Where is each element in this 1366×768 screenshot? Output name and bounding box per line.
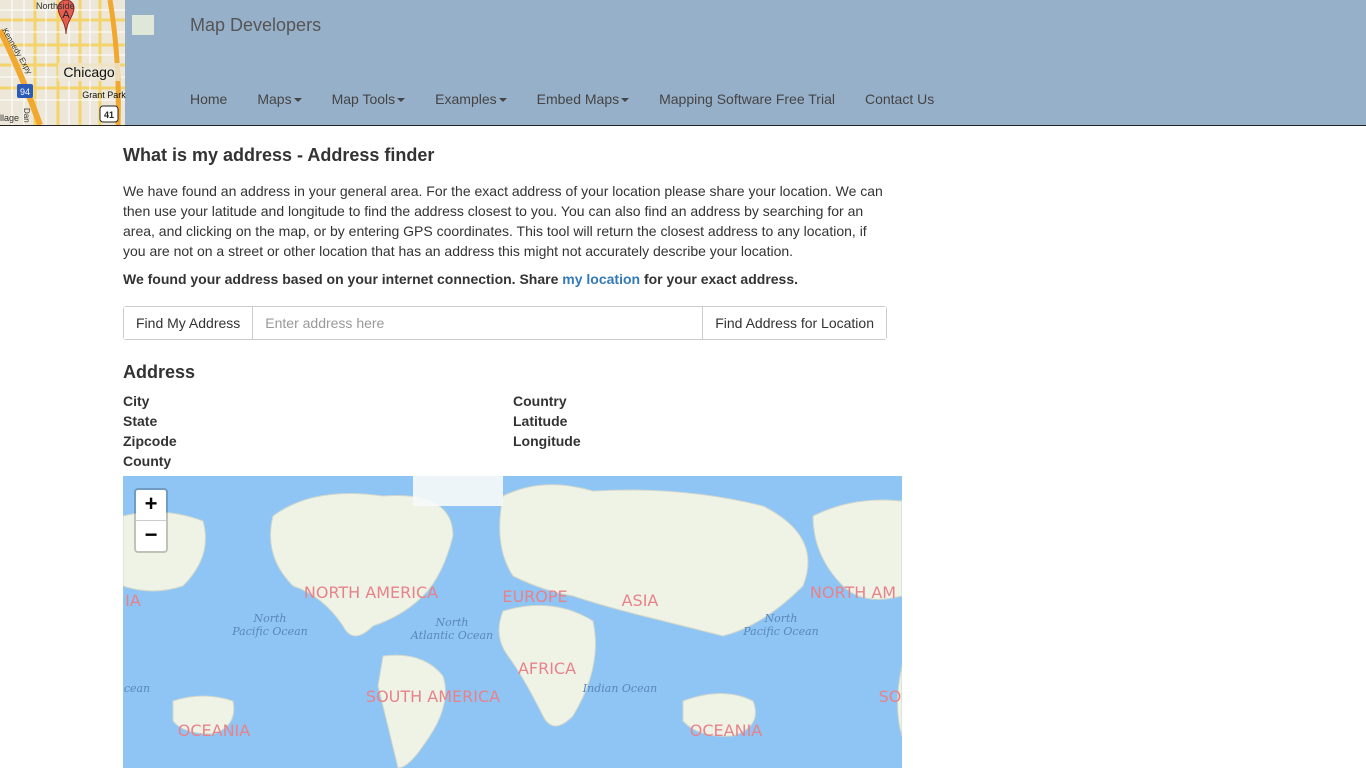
caret-down-icon — [293, 98, 302, 103]
logo-village-label: llage — [0, 113, 19, 123]
logo-place-label: Chicago — [63, 64, 115, 80]
logo-dan-label: Dan R — [22, 108, 31, 125]
label-north-america-right: NORTH AM — [810, 583, 896, 602]
nav-item-contact-us[interactable]: Contact Us — [865, 91, 934, 107]
address-fields-right: Country Latitude Longitude — [513, 392, 581, 452]
field-longitude: Longitude — [513, 433, 581, 449]
address-heading: Address — [123, 362, 196, 382]
nav-item-label: Mapping Software Free Trial — [659, 91, 835, 107]
world-map-canvas[interactable]: IA NORTH AMERICA EUROPE ASIA NORTH AM AF… — [123, 476, 902, 768]
label-oceania-left: OCEANIA — [178, 721, 251, 740]
nav-item-maps[interactable]: Maps — [257, 91, 302, 107]
address-search-bar: Find My Address Find Address for Locatio… — [123, 306, 887, 340]
nav-item-map-tools[interactable]: Map Tools — [332, 91, 406, 107]
label-north-pacific-right-2: Pacific Ocean — [742, 625, 818, 638]
nav-item-label: Maps — [257, 91, 292, 107]
logo-north-label: Northside — [36, 1, 75, 11]
address-fields-left: City State Zipcode County — [123, 392, 177, 472]
location-notice: We found your address based on your inte… — [123, 271, 798, 287]
label-north-pacific-2: Pacific Ocean — [231, 625, 307, 638]
label-ocean-left: cean — [124, 682, 150, 695]
caret-down-icon — [621, 98, 630, 103]
intro-paragraph: We have found an address in your general… — [123, 183, 883, 259]
main-nav: Home Maps Map Tools Examples Embed Maps Mappi… — [190, 91, 964, 107]
nav-item-examples[interactable]: Examples — [435, 91, 507, 107]
notice-text-before: We found your address based on your inte… — [123, 271, 563, 287]
my-location-link[interactable]: my location — [562, 271, 640, 287]
site-logo[interactable]: A Chicago Grant Park Northside Kennedy E… — [0, 0, 165, 125]
field-city: City — [123, 393, 150, 409]
find-address-for-location-button[interactable]: Find Address for Location — [702, 307, 886, 339]
chicago-map-thumbnail: A Chicago Grant Park Northside Kennedy E… — [0, 0, 165, 125]
label-north-america: NORTH AMERICA — [304, 583, 438, 602]
zoom-out-button[interactable]: − — [136, 521, 166, 551]
address-input[interactable] — [253, 307, 703, 339]
find-my-address-button[interactable]: Find My Address — [124, 307, 254, 339]
nav-item-embed-maps[interactable]: Embed Maps — [536, 91, 630, 107]
world-map[interactable]: IA NORTH AMERICA EUROPE ASIA NORTH AM AF… — [123, 476, 902, 768]
label-north-pacific-1: North — [252, 612, 286, 625]
caret-down-icon — [498, 98, 507, 103]
label-asia: ASIA — [622, 591, 659, 610]
label-europe: EUROPE — [502, 587, 567, 606]
label-north-pacific-right-1: North — [763, 612, 797, 625]
label-north-atlantic-1: North — [434, 616, 468, 629]
page-title: What is my address - Address finder — [123, 145, 435, 165]
nav-item-mapping-software-free-trial[interactable]: Mapping Software Free Trial — [659, 91, 835, 107]
notice-text-after: for your exact address. — [640, 271, 799, 287]
interstate-shield-label: 94 — [20, 87, 30, 97]
logo-park-label: Grant Park — [82, 90, 126, 100]
nav-item-label: Examples — [435, 91, 497, 107]
caret-down-icon — [397, 98, 406, 103]
site-header: A Chicago Grant Park Northside Kennedy E… — [0, 0, 1366, 126]
nav-item-label: Home — [190, 91, 228, 107]
label-oceania-right: OCEANIA — [690, 721, 763, 740]
site-brand[interactable]: Map Developers — [190, 15, 321, 36]
label-south-right: SO — [879, 687, 902, 706]
highway-shield-label: 41 — [104, 110, 114, 120]
label-asia-left: IA — [125, 591, 141, 610]
field-county: County — [123, 453, 172, 469]
label-south-america: SOUTH AMERICA — [366, 687, 500, 706]
label-indian-ocean: Indian Ocean — [582, 682, 657, 695]
nav-item-label: Map Tools — [331, 91, 396, 107]
zoom-in-button[interactable]: + — [136, 490, 166, 521]
field-latitude: Latitude — [513, 413, 568, 429]
label-north-atlantic-2: Atlantic Ocean — [410, 629, 493, 642]
field-country: Country — [513, 393, 567, 409]
nav-item-label: Contact Us — [864, 91, 935, 107]
label-africa: AFRICA — [518, 659, 576, 678]
nav-item-label: Embed Maps — [536, 91, 620, 107]
zoom-control: + − — [134, 488, 168, 553]
field-state: State — [123, 413, 158, 429]
field-zipcode: Zipcode — [123, 433, 177, 449]
nav-item-home[interactable]: Home — [190, 91, 227, 107]
